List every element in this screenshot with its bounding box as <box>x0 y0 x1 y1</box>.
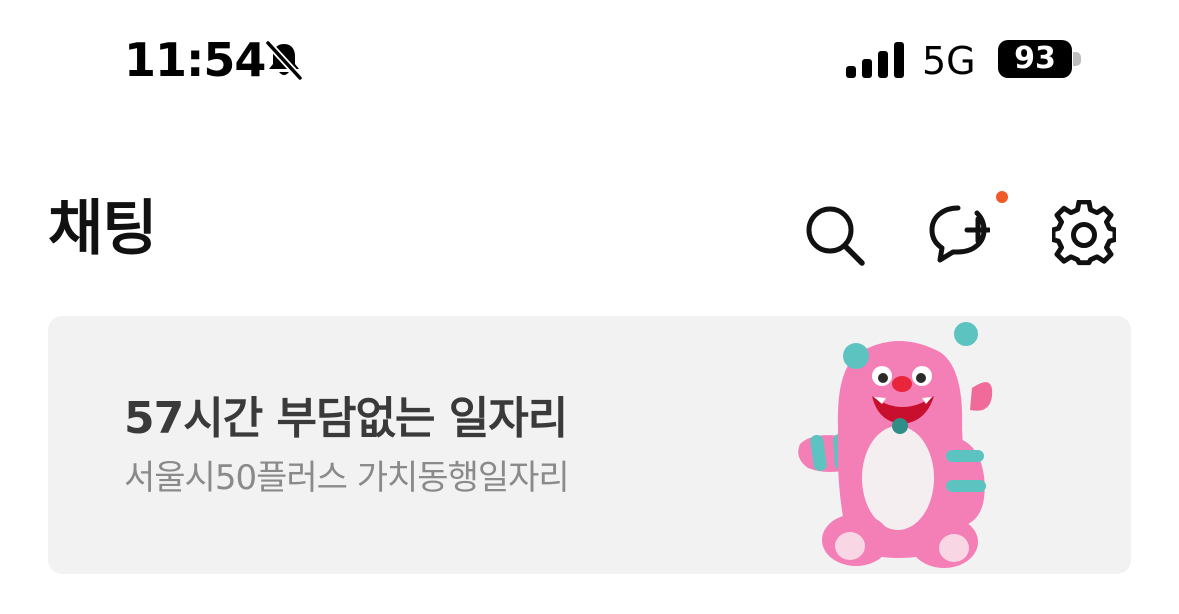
battery-cap <box>1073 52 1081 66</box>
banner-title: 57시간 부담없는 일자리 <box>124 393 568 444</box>
promo-banner[interactable]: 57시간 부담없는 일자리 서울시50플러스 가치동행일자리 <box>48 316 1131 574</box>
new-chat-icon <box>929 205 990 263</box>
bell-slash-icon <box>262 38 306 82</box>
settings-button[interactable] <box>1052 200 1116 266</box>
chat-screen: 11:54 5G 93 채팅 57시간 부담없는 일자리 서울시50플러스 가치… <box>0 0 1179 614</box>
signal-bars-icon <box>846 42 906 78</box>
notification-dot <box>996 191 1008 203</box>
banner-subtitle: 서울시50플러스 가치동행일자리 <box>124 458 570 498</box>
search-button[interactable] <box>802 200 866 266</box>
page-title: 채팅 <box>48 194 157 264</box>
new-chat-button[interactable] <box>926 200 990 266</box>
pink-monster-mascot <box>794 318 1004 574</box>
network-type: 5G <box>922 39 976 83</box>
status-time: 11:54 <box>124 33 266 87</box>
battery-icon: 93 <box>998 40 1072 78</box>
battery-level: 93 <box>1014 41 1056 76</box>
status-bar: 11:54 5G 93 <box>0 0 1179 120</box>
search-icon <box>806 206 865 266</box>
gear-icon <box>1052 200 1116 266</box>
